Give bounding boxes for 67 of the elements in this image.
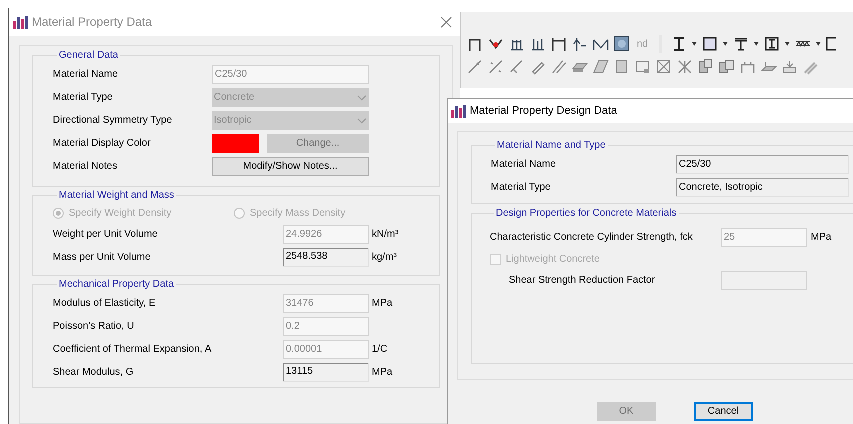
chevron-down-icon bbox=[357, 94, 367, 100]
copy-icon bbox=[719, 59, 735, 75]
group-title: Material Weight and Mass bbox=[58, 189, 176, 203]
slab-icon bbox=[593, 59, 609, 75]
toolbar-label: nd bbox=[636, 38, 650, 52]
panel-icon bbox=[635, 59, 651, 75]
unit-label: 1/C bbox=[372, 343, 388, 357]
unit-label: MPa bbox=[372, 366, 393, 380]
group-title: Material Name and Type bbox=[496, 139, 607, 153]
crossed-box-icon bbox=[656, 59, 672, 75]
diagonal-icon bbox=[488, 59, 504, 75]
pencil-icon bbox=[551, 59, 567, 75]
input-field[interactable]: Concrete, Isotropic bbox=[676, 178, 849, 197]
caret-icon bbox=[785, 42, 790, 46]
copy-icon bbox=[698, 59, 714, 75]
crossed-lines-icon bbox=[677, 59, 693, 75]
frame-icon bbox=[551, 36, 567, 52]
window-title: Material Property Design Data bbox=[470, 104, 618, 119]
diagonal-icon bbox=[467, 59, 483, 75]
arrow-icon bbox=[572, 36, 588, 52]
app-icon bbox=[13, 15, 28, 29]
window-title: Material Property Data bbox=[32, 14, 154, 31]
field-label: Material Display Color bbox=[53, 137, 152, 151]
field-label: Material Notes bbox=[53, 160, 118, 174]
checkbox-label: Lightweight Concrete bbox=[506, 252, 600, 266]
diagonal-icon bbox=[509, 59, 525, 75]
field-label: Weight per Unit Volume bbox=[53, 228, 159, 242]
caret-icon bbox=[723, 42, 728, 46]
t-beam-icon bbox=[733, 36, 750, 52]
radio-label: Specify Mass Density bbox=[250, 206, 346, 220]
field-label: Mass per Unit Volume bbox=[53, 251, 152, 265]
group-title: Mechanical Property Data bbox=[58, 278, 176, 292]
notes-button[interactable]: Modify/Show Notes... bbox=[212, 157, 369, 176]
field-label: Material Type bbox=[491, 181, 552, 195]
field-label: Coefficient of Thermal Expansion, A bbox=[53, 343, 213, 357]
wall-panel-icon bbox=[614, 59, 630, 75]
input-field[interactable]: 2548.538 bbox=[283, 248, 369, 267]
field-label: Modulus of Elasticity, E bbox=[53, 297, 157, 311]
tray-icon bbox=[782, 59, 798, 75]
group-title: General Data bbox=[58, 49, 120, 63]
frame-load-icon bbox=[740, 59, 756, 75]
input-field[interactable]: C25/30 bbox=[676, 155, 849, 174]
box-beam-icon bbox=[764, 36, 780, 52]
field-label: Material Name bbox=[491, 158, 558, 172]
unit-label: MPa bbox=[372, 297, 393, 311]
caret-icon bbox=[754, 42, 760, 46]
unit-label: kN/m³ bbox=[372, 228, 399, 242]
chevron-down-icon bbox=[357, 118, 367, 124]
radio-label: Specify Weight Density bbox=[69, 206, 172, 220]
close-icon bbox=[441, 16, 452, 28]
unit-label: kg/m³ bbox=[372, 251, 397, 265]
shaded-square-icon bbox=[614, 36, 630, 52]
input-field[interactable]: 13115 bbox=[283, 363, 369, 382]
field-label: Shear Modulus, G bbox=[53, 366, 135, 380]
support-icon bbox=[530, 36, 546, 52]
field-label: Material Type bbox=[53, 91, 114, 105]
field-label: Poisson's Ratio, U bbox=[53, 320, 136, 334]
field-label: Shear Strength Reduction Factor bbox=[509, 274, 656, 288]
caret-icon bbox=[816, 42, 822, 46]
field-label: Directional Symmetry Type bbox=[53, 114, 174, 128]
app-icon bbox=[451, 104, 466, 118]
field-label: Material Name bbox=[53, 68, 120, 82]
group-title: Design Properties for Concrete Materials bbox=[495, 207, 678, 221]
field-label: Characteristic Concrete Cylinder Strength, fck bbox=[490, 230, 694, 244]
dialog-button[interactable]: Cancel bbox=[694, 402, 753, 421]
unit-label: MPa bbox=[811, 230, 832, 244]
caret-icon bbox=[692, 42, 698, 46]
